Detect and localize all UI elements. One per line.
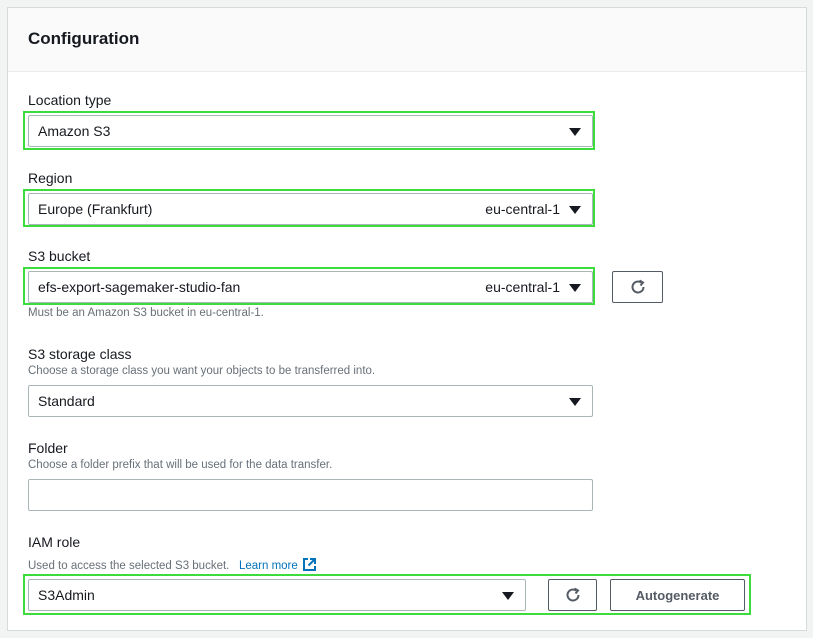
- caret-down-icon: [569, 284, 581, 292]
- storage-class-label: S3 storage class: [28, 346, 132, 362]
- storage-class-value: Standard: [38, 393, 95, 409]
- folder-description: Choose a folder prefix that will be used…: [28, 459, 333, 471]
- refresh-icon: [566, 587, 580, 602]
- s3-bucket-value: efs-export-sagemaker-studio-fan: [38, 279, 241, 295]
- storage-class-description: Choose a storage class you want your obj…: [28, 365, 376, 377]
- iam-role-select[interactable]: S3Admin: [28, 579, 526, 611]
- region-code: eu-central-1: [485, 201, 560, 217]
- folder-label: Folder: [28, 440, 68, 456]
- learn-more-link[interactable]: Learn more: [238, 558, 317, 572]
- refresh-icon: [631, 279, 645, 294]
- s3-bucket-region-code: eu-central-1: [485, 279, 560, 295]
- caret-down-icon: [569, 398, 581, 406]
- caret-down-icon: [569, 128, 581, 136]
- learn-more-label: Learn more: [238, 560, 298, 572]
- external-link-icon: [302, 558, 316, 571]
- caret-down-icon: [502, 592, 514, 600]
- location-type-label: Location type: [28, 92, 112, 108]
- iam-role-description: Used to access the selected S3 bucket.: [28, 560, 230, 572]
- panel-header: Configuration: [8, 8, 806, 72]
- region-value: Europe (Frankfurt): [38, 201, 153, 217]
- iam-role-refresh-button[interactable]: [548, 579, 597, 611]
- s3-bucket-select[interactable]: efs-export-sagemaker-studio-fan eu-centr…: [28, 271, 593, 303]
- caret-down-icon: [569, 206, 581, 214]
- location-type-value: Amazon S3: [38, 123, 111, 139]
- folder-input[interactable]: [28, 479, 593, 511]
- iam-role-value: S3Admin: [38, 587, 95, 603]
- s3-bucket-hint: Must be an Amazon S3 bucket in eu-centra…: [28, 307, 264, 319]
- configuration-panel: Configuration Location type Amazon S3 Re…: [7, 7, 807, 631]
- region-select[interactable]: Europe (Frankfurt) eu-central-1: [28, 193, 593, 225]
- iam-role-label: IAM role: [28, 534, 81, 550]
- iam-role-description-row: Used to access the selected S3 bucket. L…: [28, 557, 317, 572]
- s3-bucket-refresh-button[interactable]: [612, 271, 663, 303]
- storage-class-select[interactable]: Standard: [28, 385, 593, 417]
- s3-bucket-label: S3 bucket: [28, 248, 91, 264]
- autogenerate-button[interactable]: Autogenerate: [610, 579, 745, 611]
- region-label: Region: [28, 170, 73, 186]
- location-type-select[interactable]: Amazon S3: [28, 115, 593, 147]
- panel-title: Configuration: [28, 29, 140, 48]
